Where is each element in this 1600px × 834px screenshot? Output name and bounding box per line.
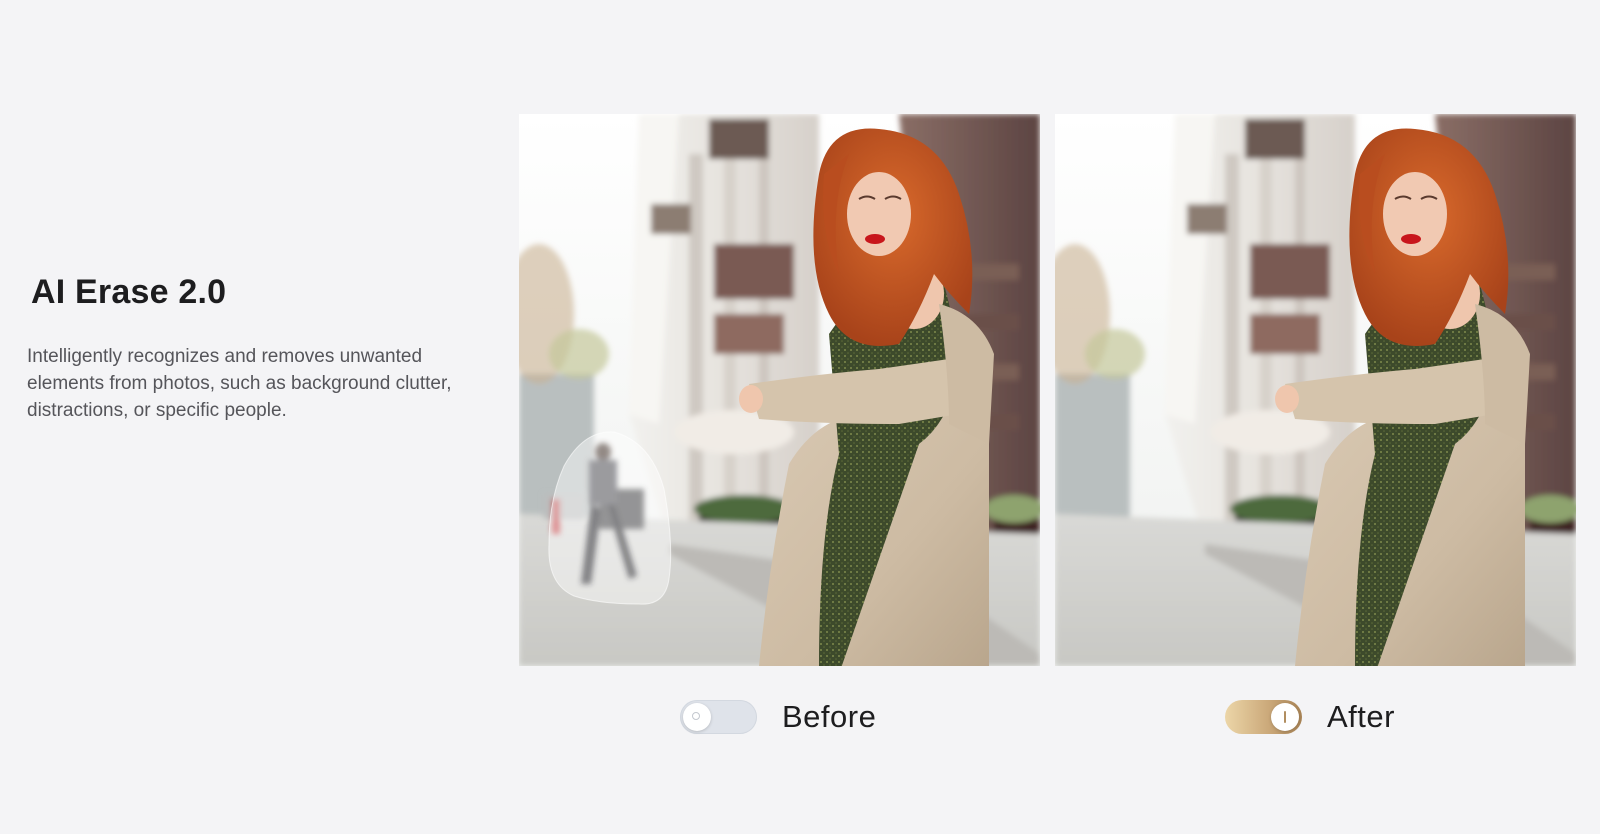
toggle-knob[interactable] (1271, 703, 1299, 731)
before-photo-panel (519, 114, 1040, 666)
feature-description: Intelligently recognizes and removes unw… (27, 346, 452, 421)
before-photo (519, 114, 1040, 666)
toggle-knob[interactable] (683, 703, 711, 731)
feature-info: AI Erase 2.0 Intelligently recognizes an… (27, 272, 477, 424)
after-photo-panel (1055, 114, 1576, 666)
after-toggle-switch[interactable] (1225, 700, 1302, 734)
after-photo (1055, 114, 1576, 666)
feature-showcase: AI Erase 2.0 Intelligently recognizes an… (0, 0, 1600, 834)
feature-title: AI Erase 2.0 (31, 273, 227, 311)
off-indicator-icon (692, 712, 700, 720)
on-indicator-icon (1284, 711, 1286, 723)
before-toggle-switch[interactable] (680, 700, 757, 734)
after-label: After (1327, 699, 1395, 734)
after-toggle-row[interactable]: After (1225, 699, 1395, 735)
before-toggle-row[interactable]: Before (680, 699, 876, 735)
before-label: Before (782, 699, 877, 734)
